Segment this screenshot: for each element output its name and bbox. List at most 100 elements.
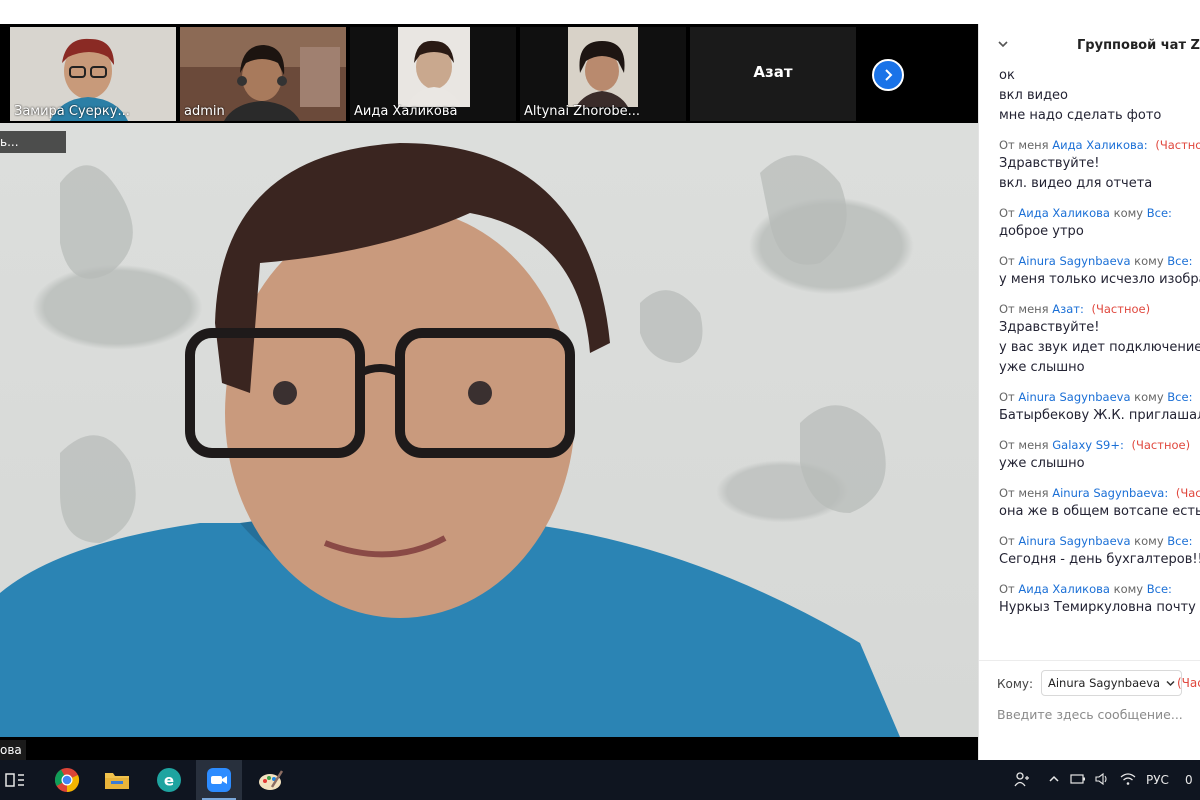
private-tag: (Частное)	[1091, 302, 1151, 316]
active-speaker-video	[0, 123, 978, 737]
message-meta: От Ainura Sagynbaeva кому Все:	[999, 388, 1200, 406]
message-text: вкл. видео для отчета	[999, 176, 1153, 191]
private-tag: (Частное)	[1131, 438, 1191, 452]
message-from: От	[999, 534, 1015, 548]
window-top-bar	[0, 0, 980, 24]
message-to-word: кому	[1113, 582, 1144, 596]
message-meta: От меня Galaxy S9+: (Частное)	[999, 436, 1200, 454]
chat-message-input[interactable]: Введите здесь сообщение...	[997, 707, 1183, 722]
chat-message: От Ainura Sagynbaeva кому Все: Батырбеко…	[979, 388, 1200, 426]
chevron-right-icon	[885, 69, 893, 81]
system-clock[interactable]: 0	[1185, 773, 1193, 787]
message-from: От	[999, 206, 1015, 220]
message-sender[interactable]: Ainura Sagynbaeva	[1018, 390, 1130, 404]
participant-name: Азат	[753, 63, 793, 81]
message-meta: От меня Азат: (Частное)	[999, 300, 1200, 318]
recipient-value: Ainura Sagynbaeva	[1048, 676, 1161, 690]
speaker-image	[0, 143, 900, 737]
participant-tile-5[interactable]: Азат	[690, 27, 856, 121]
message-meta: От меня Ainura Sagynbaeva: (Частн	[999, 484, 1200, 502]
chevron-down-icon[interactable]	[997, 38, 1009, 53]
windows-taskbar: e РУС 0	[0, 760, 1200, 800]
participant-name: Замира Суерку...	[14, 104, 130, 119]
message-to-word: кому	[1134, 534, 1164, 548]
chrome-icon[interactable]	[52, 765, 82, 795]
chat-title: Групповой чат Zoo	[1077, 38, 1200, 53]
zoom-icon[interactable]	[204, 765, 234, 795]
participant-tile-2[interactable]: admin	[180, 27, 346, 121]
message-meta: От Ainura Sagynbaeva кому Все:	[999, 532, 1200, 550]
message-from: От	[999, 582, 1015, 596]
message-from: От меня	[999, 138, 1049, 152]
recipient-dropdown[interactable]: Ainura Sagynbaeva	[1041, 670, 1183, 696]
message-sender[interactable]: Аида Халикова	[1018, 582, 1110, 596]
file-explorer-icon[interactable]	[102, 765, 132, 795]
private-tag: (Час	[1177, 676, 1200, 690]
message-text: Здравствуйте!	[999, 156, 1100, 171]
participant-tile-3[interactable]: Аида Халикова	[350, 27, 516, 121]
message-recipient: Все:	[1167, 390, 1193, 404]
people-icon[interactable]	[1014, 771, 1030, 790]
next-page-button[interactable]	[872, 59, 904, 91]
message-meta: От Аида Халикова кому Все:	[999, 204, 1200, 222]
message-text: Сегодня - день бухгалтеров!!!	[999, 552, 1200, 567]
group-chat-panel: Групповой чат Zoo ок вкл видео мне надо …	[978, 24, 1200, 760]
speaker-name-label: ова	[0, 740, 26, 760]
message-to-word: кому	[1113, 206, 1144, 220]
message-meta: От Аида Халикова кому Все:	[999, 580, 1200, 598]
message-sender[interactable]: Ainura Sagynbaeva	[1018, 254, 1130, 268]
message-sender[interactable]: Аида Халикова	[1018, 206, 1110, 220]
private-tag: (Частное)	[1155, 138, 1200, 152]
message-text: у вас звук идет подключение	[999, 340, 1200, 355]
chat-message: От меня Ainura Sagynbaeva: (Частн она же…	[979, 484, 1200, 522]
paint-icon[interactable]	[256, 765, 286, 795]
chat-message: От меня Азат: (Частное) Здравствуйте! у …	[979, 300, 1200, 378]
chat-header: Групповой чат Zoo	[979, 24, 1200, 68]
message-from: От	[999, 254, 1015, 268]
message-text: ок	[999, 68, 1015, 83]
chat-message: От меня Galaxy S9+: (Частное) уже слышно	[979, 436, 1200, 474]
message-to-word: кому	[1134, 390, 1164, 404]
message-text: Нуркыз Темиркуловна почту н	[999, 600, 1200, 615]
recipient-label: Кому:	[997, 677, 1034, 691]
message-text: мне надо сделать фото	[999, 108, 1162, 123]
speaker-name-tag: ь...	[0, 131, 66, 153]
participant-tile-4[interactable]: Altynai Zhorobe...	[520, 27, 686, 121]
participant-name: admin	[184, 104, 225, 119]
message-from: От	[999, 390, 1015, 404]
message-sender[interactable]: Galaxy S9+:	[1052, 438, 1124, 452]
system-tray: РУС 0	[1014, 760, 1193, 800]
eset-icon[interactable]: e	[154, 765, 184, 795]
task-view-icon[interactable]	[0, 765, 30, 795]
message-from: От меня	[999, 438, 1049, 452]
gallery-strip: Замира Суерку... admin Аида Халикова Alt…	[0, 24, 978, 123]
message-to-word: кому	[1134, 254, 1164, 268]
participant-name: Аида Халикова	[354, 104, 458, 119]
message-sender[interactable]: Ainura Sagynbaeva	[1018, 534, 1130, 548]
message-meta: От меня Аида Халикова: (Частное)	[999, 136, 1200, 154]
message-text: доброе утро	[999, 224, 1084, 239]
message-text: она же в общем вотсапе есть	[999, 504, 1200, 519]
chat-message: От Ainura Sagynbaeva кому Все: Сегодня -…	[979, 532, 1200, 570]
participant-name: Altynai Zhorobe...	[524, 104, 641, 119]
participant-tile-1[interactable]: Замира Суерку...	[10, 27, 176, 121]
message-text: Здравствуйте!	[999, 320, 1100, 335]
chat-messages[interactable]: ок вкл видео мне надо сделать фото От ме…	[979, 68, 1200, 660]
message-recipient: Все:	[1146, 206, 1172, 220]
chevron-up-icon[interactable]	[1048, 773, 1060, 787]
chat-message: ок вкл видео мне надо сделать фото	[979, 68, 1200, 126]
chat-message: От Аида Халикова кому Все: Нуркыз Темирк…	[979, 580, 1200, 618]
battery-icon[interactable]	[1070, 773, 1086, 788]
svg-text:e: e	[164, 772, 174, 790]
message-sender[interactable]: Аида Халикова:	[1052, 138, 1147, 152]
private-tag: (Частн	[1175, 486, 1200, 500]
message-text: Батырбекову Ж.К. приглашали	[999, 408, 1200, 423]
message-sender[interactable]: Азат:	[1052, 302, 1084, 316]
volume-icon[interactable]	[1094, 772, 1110, 789]
wifi-icon[interactable]	[1120, 772, 1136, 789]
message-recipient: Все:	[1146, 582, 1172, 596]
message-sender[interactable]: Ainura Sagynbaeva:	[1052, 486, 1168, 500]
language-indicator[interactable]: РУС	[1146, 773, 1169, 787]
chevron-down-icon	[1166, 680, 1175, 686]
message-text: уже слышно	[999, 456, 1085, 471]
